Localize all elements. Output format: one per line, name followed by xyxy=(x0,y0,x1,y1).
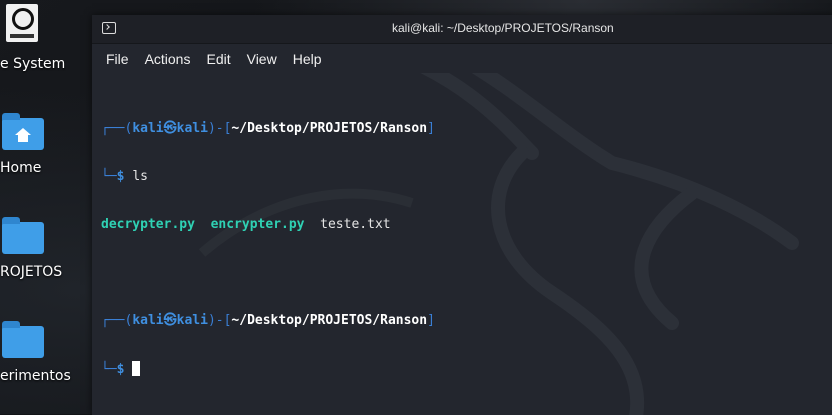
menu-actions[interactable]: Actions xyxy=(145,51,191,67)
command-line-2[interactable]: └─$ xyxy=(101,361,435,377)
prompt-path: ~/Desktop/PROJETOS/Ranson xyxy=(231,313,428,328)
file-teste: teste.txt xyxy=(320,217,391,232)
command-line-1: └─$ ls xyxy=(101,169,148,184)
drive-icon xyxy=(6,4,38,42)
desktop-icon-label: erimentos xyxy=(0,368,71,384)
desktop-icon-label: ROJETOS xyxy=(0,264,63,280)
file-decrypter: decrypter.py xyxy=(101,217,195,232)
prompt-line-1: ┌──(kali㉿kali)-[~/Desktop/PROJETOS/Ranso… xyxy=(101,121,435,136)
menu-file[interactable]: File xyxy=(106,51,129,67)
desktop-icon-label: Home xyxy=(0,160,42,176)
terminal-area[interactable]: ┌──(kali㉿kali)-[~/Desktop/PROJETOS/Ranso… xyxy=(92,73,832,415)
prompt-user: kali㉿kali xyxy=(132,121,208,136)
prompt-path: ~/Desktop/PROJETOS/Ranson xyxy=(231,121,428,136)
prompt-line-2: ┌──(kali㉿kali)-[~/Desktop/PROJETOS/Ranso… xyxy=(101,313,435,328)
ls-output-line: decrypter.py encrypter.py teste.txt xyxy=(101,217,435,233)
terminal-window[interactable]: kali@kali: ~/Desktop/PROJETOS/Ranson Fil… xyxy=(92,15,832,415)
title-bar[interactable]: kali@kali: ~/Desktop/PROJETOS/Ranson xyxy=(92,15,832,44)
terminal-icon xyxy=(102,22,116,34)
menu-view[interactable]: View xyxy=(247,51,277,67)
menu-bar: File Actions Edit View Help xyxy=(92,44,832,74)
prompt-user: kali㉿kali xyxy=(132,313,208,328)
text-cursor xyxy=(132,361,141,376)
file-encrypter: encrypter.py xyxy=(210,217,305,232)
folder-icon xyxy=(2,217,44,254)
menu-edit[interactable]: Edit xyxy=(206,51,230,67)
terminal-output: ┌──(kali㉿kali)-[~/Desktop/PROJETOS/Ranso… xyxy=(101,89,435,409)
menu-help[interactable]: Help xyxy=(293,51,322,67)
desktop-icon-label: e System xyxy=(0,56,66,72)
folder-icon xyxy=(2,321,44,358)
command-text: ls xyxy=(132,169,148,184)
window-title: kali@kali: ~/Desktop/PROJETOS/Ranson xyxy=(392,21,614,35)
home-folder-icon xyxy=(2,113,44,150)
